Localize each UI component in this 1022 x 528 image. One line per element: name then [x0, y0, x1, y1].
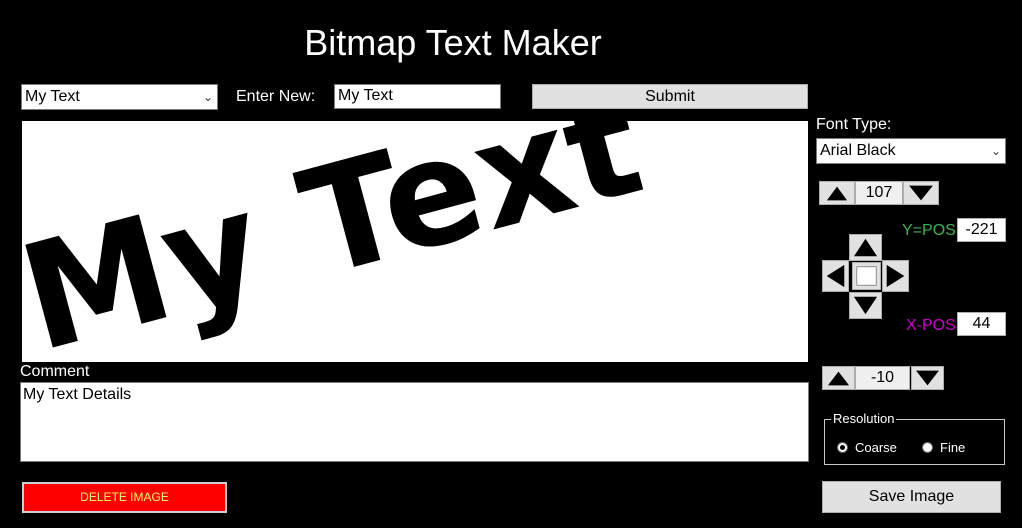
enter-new-input[interactable]: My Text — [334, 84, 501, 109]
x-pos-label: X-POS — [906, 317, 956, 334]
app-title: Bitmap Text Maker — [304, 22, 602, 63]
arrow-left-icon — [826, 264, 845, 288]
rotation-value[interactable]: -10 — [855, 366, 910, 390]
move-right-button[interactable] — [882, 260, 909, 292]
size-up-button[interactable] — [819, 181, 855, 205]
enter-new-label: Enter New: — [236, 88, 316, 105]
preview-text: My Text — [22, 121, 658, 362]
resolution-coarse-label[interactable]: Coarse — [855, 440, 897, 455]
submit-button[interactable]: Submit — [532, 84, 808, 109]
y-pos-label: Y=POS — [902, 222, 956, 239]
font-type-label: Font Type: — [816, 116, 892, 133]
size-down-button[interactable] — [903, 181, 939, 205]
arrow-down-icon — [916, 370, 939, 386]
x-pos-value[interactable]: 44 — [957, 312, 1006, 336]
center-square-icon — [856, 266, 877, 286]
move-left-button[interactable] — [822, 260, 849, 292]
comment-textarea[interactable]: My Text Details — [20, 382, 809, 462]
arrow-up-icon — [827, 371, 850, 386]
resolution-group: Resolution Coarse Fine — [824, 411, 1005, 465]
arrow-right-icon — [886, 264, 905, 288]
center-button[interactable] — [852, 262, 881, 290]
move-down-button[interactable] — [849, 292, 882, 319]
chevron-down-icon: ⌄ — [202, 90, 213, 104]
arrow-up-icon — [826, 186, 848, 201]
rotation-up-button[interactable] — [822, 366, 855, 390]
arrow-down-icon — [853, 296, 878, 315]
chevron-down-icon: ⌄ — [990, 144, 1001, 158]
move-up-button[interactable] — [849, 234, 882, 261]
preset-text-select[interactable]: My Text ⌄ — [21, 84, 218, 110]
resolution-fine-label[interactable]: Fine — [940, 440, 965, 455]
comment-label: Comment — [20, 363, 90, 380]
resolution-legend: Resolution — [831, 411, 897, 426]
arrow-up-icon — [853, 238, 878, 257]
y-pos-value[interactable]: -221 — [957, 218, 1006, 242]
arrow-down-icon — [909, 185, 933, 201]
resolution-fine-radio[interactable] — [922, 442, 933, 453]
font-type-select-value: Arial Black — [820, 142, 896, 159]
save-image-button[interactable]: Save Image — [822, 481, 1001, 513]
text-preview-canvas: My Text — [22, 121, 808, 362]
rotation-down-button[interactable] — [911, 366, 944, 390]
resolution-coarse-radio[interactable] — [837, 442, 848, 453]
size-value[interactable]: 107 — [855, 181, 903, 205]
font-type-select[interactable]: Arial Black ⌄ — [816, 138, 1006, 164]
preset-text-select-value: My Text — [25, 88, 80, 105]
delete-image-button[interactable]: DELETE IMAGE — [22, 482, 227, 513]
